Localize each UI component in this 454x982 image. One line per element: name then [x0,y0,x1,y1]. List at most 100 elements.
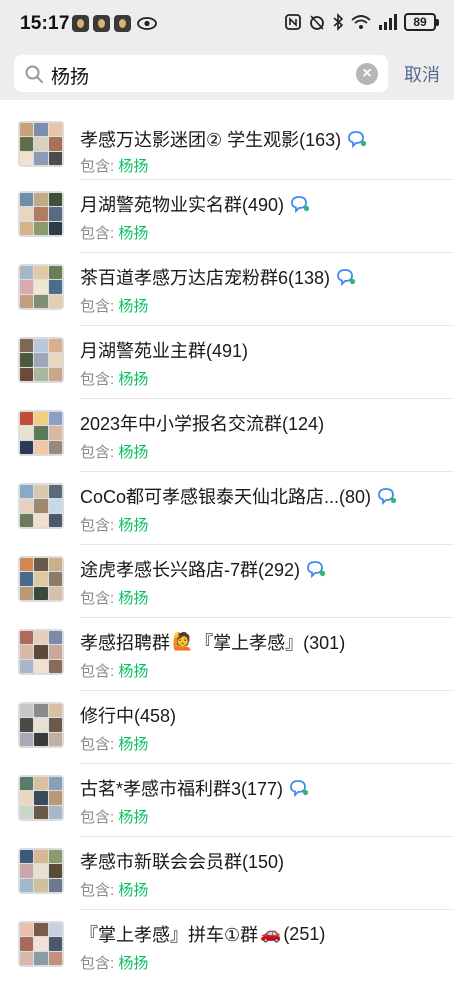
result-title-text: CoCo都可孝感银泰天仙北路店...(80) [80,487,372,507]
contains-label: 包含: [80,158,119,175]
result-subtitle: 包含: 杨扬 [80,222,148,243]
wifi-icon [351,15,371,29]
result-subtitle: 包含: 杨扬 [80,514,148,535]
status-time: 15:17 [20,13,70,34]
result-title-text: 月湖警苑业主群(491) [80,341,249,361]
result-title: 月湖警苑业主群(491) [80,337,248,363]
contains-label: 包含: [80,517,119,534]
chat-bubble-icon [348,131,367,148]
search-icon [25,65,43,83]
eye-icon [137,17,157,30]
status-right: 89 [284,13,439,31]
match-highlight: 杨扬 [118,444,149,461]
result-title: 途虎孝感长兴路店-7群(292) [80,556,326,582]
result-title-text: 『掌上孝感』拼车①群 [80,925,259,945]
group-avatar [18,483,64,529]
app-icon [114,15,131,32]
result-title: 修行中(458) [80,702,176,728]
result-title-text: 孝感万达影迷团② 学生观影(163) [80,130,342,150]
contains-label: 包含: [80,371,119,388]
match-highlight: 杨扬 [118,371,149,388]
status-bar: 15:17 89 [0,0,454,48]
battery-indicator: 89 [404,13,439,31]
group-avatar [18,264,64,310]
contains-label: 包含: [80,225,119,242]
result-title-text: (251) [283,923,326,944]
match-highlight: 杨扬 [118,298,149,315]
result-title-text: 孝感市新联会会员群(150) [80,852,285,872]
contains-label: 包含: [80,882,119,899]
result-title: 月湖警苑物业实名群(490) [80,191,310,217]
app-icon [93,15,110,32]
signal-icon [379,14,397,30]
app-icon [72,15,89,32]
result-subtitle: 包含: 杨扬 [80,295,148,316]
group-avatar [18,337,64,383]
result-item[interactable]: 孝感招聘群 🙋 『掌上孝感』(301) 包含: 杨扬 [0,618,454,691]
result-title: 孝感万达影迷团② 学生观影(163) [80,126,367,152]
match-highlight: 杨扬 [118,736,149,753]
chat-bubble-icon [291,196,310,213]
match-highlight: 杨扬 [118,158,149,175]
contains-label: 包含: [80,736,119,753]
result-subtitle: 包含: 杨扬 [80,155,148,176]
clear-icon[interactable]: × [356,63,378,85]
result-subtitle: 包含: 杨扬 [80,952,148,973]
bluetooth-icon [333,13,344,31]
result-subtitle: 包含: 杨扬 [80,441,148,462]
emoji-icon: 🚗 [260,924,282,943]
result-item[interactable]: 修行中(458) 包含: 杨扬 [0,691,454,764]
contains-label: 包含: [80,444,119,461]
group-avatar [18,191,64,237]
match-highlight: 杨扬 [118,590,149,607]
contains-label: 包含: [80,298,119,315]
chat-bubble-icon [307,561,326,578]
result-item[interactable]: 孝感万达影迷团② 学生观影(163) 包含: 杨扬 [0,100,454,180]
contains-label: 包含: [80,663,119,680]
group-avatar [18,121,64,167]
result-title: 『掌上孝感』拼车①群 🚗 (251) [80,921,325,947]
result-title-text: 2023年中小学报名交流群(124) [80,414,325,434]
contains-label: 包含: [80,590,119,607]
result-title-text: 古茗*孝感市福利群3(177) [80,779,284,799]
result-title-text: 途虎孝感长兴路店-7群(292) [80,560,301,580]
chat-bubble-icon [290,780,309,797]
result-subtitle: 包含: 杨扬 [80,733,148,754]
result-item[interactable]: 茶百道孝感万达店宠粉群6(138) 包含: 杨扬 [0,253,454,326]
result-title-text: 茶百道孝感万达店宠粉群6(138) [80,268,331,288]
search-input[interactable]: 杨扬 × [14,55,388,92]
result-title: 2023年中小学报名交流群(124) [80,410,324,436]
match-highlight: 杨扬 [118,809,149,826]
result-item[interactable]: 途虎孝感长兴路店-7群(292) 包含: 杨扬 [0,545,454,618]
result-item[interactable]: 『掌上孝感』拼车①群 🚗 (251) 包含: 杨扬 [0,910,454,982]
result-title: 古茗*孝感市福利群3(177) [80,775,309,801]
status-app-icons [72,15,157,32]
search-header: 杨扬 × 取消 [0,48,454,100]
match-highlight: 杨扬 [118,882,149,899]
result-subtitle: 包含: 杨扬 [80,879,148,900]
result-title: CoCo都可孝感银泰天仙北路店...(80) [80,483,397,509]
group-avatar [18,848,64,894]
result-item[interactable]: 孝感市新联会会员群(150) 包含: 杨扬 [0,837,454,910]
result-item[interactable]: 古茗*孝感市福利群3(177) 包含: 杨扬 [0,764,454,837]
match-highlight: 杨扬 [118,517,149,534]
search-query: 杨扬 [51,67,90,88]
result-item[interactable]: 2023年中小学报名交流群(124) 包含: 杨扬 [0,399,454,472]
contains-label: 包含: [80,955,119,972]
result-title-text: 『掌上孝感』(301) [195,633,346,653]
result-subtitle: 包含: 杨扬 [80,806,148,827]
result-item[interactable]: 月湖警苑业主群(491) 包含: 杨扬 [0,326,454,399]
result-subtitle: 包含: 杨扬 [80,660,148,681]
result-item[interactable]: CoCo都可孝感银泰天仙北路店...(80) 包含: 杨扬 [0,472,454,545]
cancel-button[interactable]: 取消 [404,61,440,87]
group-avatar [18,775,64,821]
result-subtitle: 包含: 杨扬 [80,587,148,608]
result-title-text: 孝感招聘群 [80,633,170,653]
emoji-icon: 🙋 [172,632,194,651]
group-avatar [18,702,64,748]
result-title: 孝感市新联会会员群(150) [80,848,284,874]
result-item[interactable]: 月湖警苑物业实名群(490) 包含: 杨扬 [0,180,454,253]
alarm-off-icon [310,15,324,30]
group-avatar [18,629,64,675]
result-title: 茶百道孝感万达店宠粉群6(138) [80,264,356,290]
